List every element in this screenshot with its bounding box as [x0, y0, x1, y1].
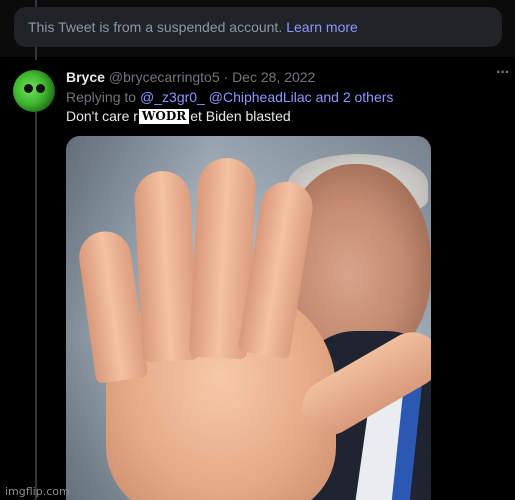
watermark: imgflip.com: [5, 485, 70, 498]
suspended-tweet-card: This Tweet is from a suspended account. …: [14, 7, 502, 47]
replying-prefix: Replying to: [66, 89, 137, 105]
avatar-eye-right: [36, 84, 45, 93]
replying-to: Replying to @_z3gr0_ @ChipheadLilac and …: [66, 89, 393, 105]
more-horizontal-icon[interactable]: ···: [496, 64, 510, 82]
avatar-eye-left: [24, 84, 33, 93]
suspended-message: This Tweet is from a suspended account.: [28, 19, 283, 35]
avatar[interactable]: [13, 70, 55, 112]
tweet-text: Don't care r WODR et Biden blasted: [66, 108, 291, 124]
tweet-header: Bryce @brycecarringto5 · Dec 28, 2022: [66, 69, 315, 85]
display-name[interactable]: Bryce: [66, 69, 105, 85]
replying-targets-link[interactable]: @_z3gr0_ @ChipheadLilac and 2 others: [140, 89, 393, 105]
censor-label: WODR: [138, 108, 190, 124]
handle-and-date[interactable]: @brycecarringto5 · Dec 28, 2022: [109, 69, 315, 85]
tweet-media-image[interactable]: [66, 136, 431, 500]
thread-line-bottom: [35, 112, 37, 500]
tweet-text-before: Don't care r: [66, 108, 138, 124]
learn-more-link[interactable]: Learn more: [286, 19, 358, 35]
tweet-text-after: et Biden blasted: [190, 108, 291, 124]
